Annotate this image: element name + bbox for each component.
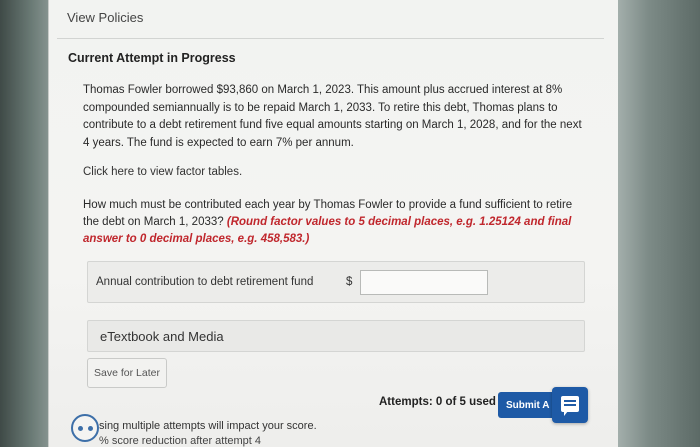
etextbook-media-panel[interactable]: eTextbook and Media	[87, 320, 585, 352]
monitor-bezel-right	[614, 0, 700, 447]
answer-row: Annual contribution to debt retirement f…	[87, 261, 585, 303]
chat-bubble-icon	[561, 396, 579, 416]
question-text: How much must be contributed each year b…	[83, 197, 588, 248]
answer-label: Annual contribution to debt retirement f…	[96, 276, 314, 288]
attempts-warning-text: sing multiple attempts will impact your …	[99, 420, 317, 432]
submit-answer-button[interactable]: Submit A	[498, 392, 558, 418]
monitor-bezel-left	[0, 0, 52, 447]
currency-symbol: $	[346, 276, 353, 288]
save-for-later-button[interactable]: Save for Later	[87, 358, 167, 388]
problem-statement: Thomas Fowler borrowed $93,860 on March …	[83, 84, 582, 149]
header-divider	[57, 38, 604, 39]
attempts-warning-icon	[71, 414, 99, 442]
attempts-counter: Attempts: 0 of 5 used	[379, 396, 496, 408]
factor-tables-link[interactable]: Click here to view factor tables.	[83, 166, 242, 178]
section-title: Current Attempt in Progress	[68, 51, 236, 65]
annual-contribution-input[interactable]	[360, 270, 488, 295]
warning-icon-dot-left	[78, 426, 83, 431]
assignment-page: View Policies Current Attempt in Progres…	[48, 0, 618, 447]
warning-icon-dot-right	[88, 426, 93, 431]
chat-icon[interactable]	[552, 387, 588, 423]
etextbook-media-label: eTextbook and Media	[100, 329, 224, 344]
score-reduction-text: % score reduction after attempt 4	[99, 435, 262, 447]
view-policies-link[interactable]: View Policies	[67, 10, 143, 25]
